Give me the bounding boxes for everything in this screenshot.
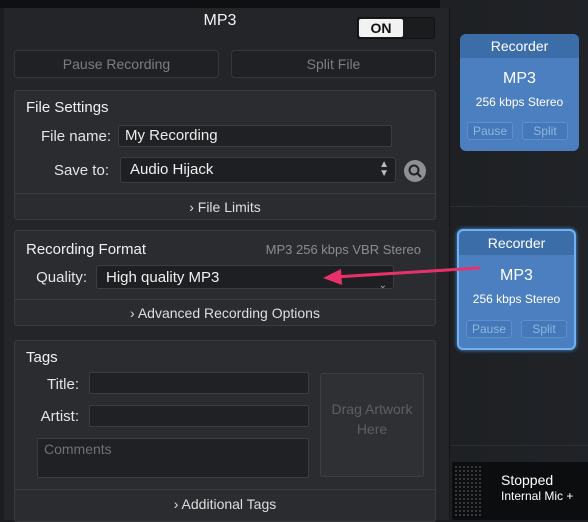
file-name-input[interactable]: My Recording — [118, 125, 392, 147]
recorder-format: MP3 — [503, 70, 536, 87]
save-to-value: Audio Hijack — [130, 161, 214, 178]
chevron-right-icon: › — [173, 496, 179, 512]
quality-value: High quality MP3 — [106, 269, 220, 286]
section-divider — [15, 299, 435, 300]
updown-chevron-icon: ▲ ▼ — [379, 159, 389, 179]
section-divider — [15, 489, 435, 490]
split-file-button[interactable]: Split File — [231, 50, 436, 78]
artwork-drop-zone[interactable]: Drag Artwork Here — [320, 373, 424, 477]
window-top-edge — [0, 0, 440, 8]
file-settings-heading: File Settings — [26, 99, 109, 116]
recorder-header: Recorder — [459, 231, 574, 255]
quality-label: Quality: — [36, 269, 87, 286]
canvas-gridline — [440, 206, 588, 207]
recorder-header: Recorder — [460, 34, 579, 58]
advanced-options-label: Advanced Recording Options — [137, 305, 320, 321]
toggle-on-label: ON — [359, 19, 403, 37]
save-to-label: Save to: — [53, 162, 109, 179]
recorder-bitrate: 256 kbps Stereo — [472, 292, 561, 306]
additional-tags-disclosure[interactable]: › Additional Tags — [15, 496, 435, 512]
save-to-select[interactable]: Audio Hijack ▲ ▼ — [120, 157, 396, 183]
comments-input[interactable]: Comments — [37, 438, 309, 478]
status-input-source: Internal Mic + — [501, 489, 574, 503]
annotation-arrow-icon — [323, 266, 481, 285]
status-state: Stopped — [501, 472, 554, 488]
title-label: Title: — [47, 376, 79, 393]
file-name-label: File name: — [40, 128, 111, 145]
artist-input[interactable] — [89, 405, 309, 427]
recorder-split-button[interactable]: Split — [521, 320, 567, 338]
tags-heading: Tags — [26, 349, 58, 366]
section-divider — [15, 193, 435, 194]
recorder-block[interactable]: Recorder MP3 256 kbps Stereo Pause Split — [460, 34, 579, 151]
recording-format-heading: Recording Format — [26, 241, 147, 258]
recorder-split-button[interactable]: Split — [522, 122, 568, 140]
canvas-gridline — [440, 445, 588, 446]
speaker-grille-icon — [454, 465, 482, 517]
additional-tags-label: Additional Tags — [181, 496, 277, 512]
recorder-pause-button[interactable]: Pause — [466, 320, 512, 338]
title-input[interactable] — [89, 372, 309, 394]
on-off-toggle[interactable]: ON — [357, 17, 435, 39]
pause-recording-button[interactable]: Pause Recording — [14, 50, 219, 78]
file-limits-disclosure[interactable]: › File Limits — [15, 199, 435, 215]
file-limits-label: File Limits — [197, 199, 261, 215]
recorder-pause-button[interactable]: Pause — [467, 122, 513, 140]
artist-label: Artist: — [40, 408, 79, 425]
chevron-right-icon: › — [189, 199, 194, 215]
file-settings-section: File Settings File name: My Recording Sa… — [14, 90, 436, 220]
advanced-options-disclosure[interactable]: › Advanced Recording Options — [15, 305, 435, 321]
recorder-bitrate: 256 kbps Stereo — [475, 95, 564, 109]
chevron-right-icon: › — [130, 305, 135, 321]
format-summary: MP3 256 kbps VBR Stereo — [265, 242, 421, 257]
reveal-in-finder-icon[interactable] — [404, 160, 426, 182]
